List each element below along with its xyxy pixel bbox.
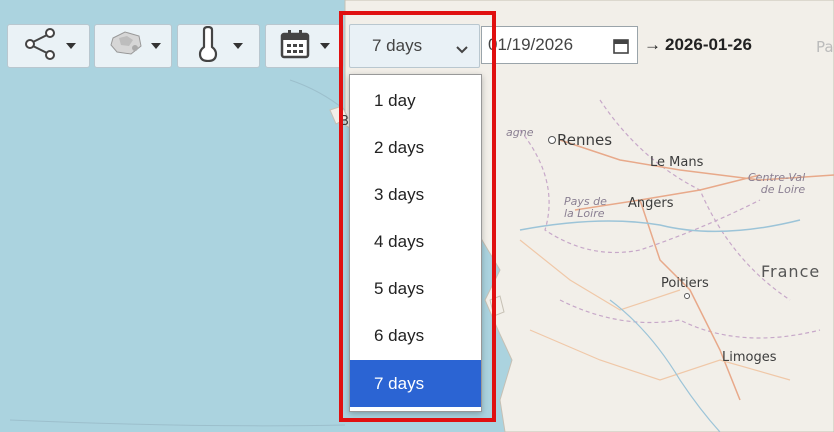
city-marker-rennes — [548, 136, 556, 144]
chevron-down-icon — [232, 43, 243, 49]
period-option-3-days[interactable]: 3 days — [350, 171, 481, 218]
map-label-angers: Angers — [628, 196, 674, 211]
map-label-france: France — [761, 262, 821, 281]
period-option-5-days[interactable]: 5 days — [350, 265, 481, 312]
region-line-2: de Loire — [760, 183, 806, 196]
calendar-icon[interactable] — [613, 38, 629, 59]
chevron-down-icon — [455, 40, 469, 60]
date-picker-button[interactable] — [265, 24, 344, 68]
map-label-le-mans: Le Mans — [650, 155, 704, 170]
chevron-down-icon — [151, 43, 161, 49]
map-label-partial: B — [340, 114, 349, 129]
variable-button[interactable] — [177, 24, 260, 68]
period-select[interactable]: 7 days — [349, 24, 480, 68]
city-marker-poitiers — [684, 293, 690, 299]
map-label-region-pays-de-la-loire: Pays de la Loire — [564, 196, 607, 220]
share-button[interactable] — [7, 24, 90, 68]
start-date-value: 01/19/2026 — [488, 35, 574, 54]
calendar-icon — [280, 29, 310, 64]
map-label-rennes: Rennes — [557, 131, 613, 149]
thermometer-icon — [195, 25, 221, 67]
map-label-paris-partial: Pari — [816, 38, 834, 56]
period-option-4-days[interactable]: 4 days — [350, 218, 481, 265]
end-date-value: 2026-01-26 — [665, 35, 752, 54]
period-option-6-days[interactable]: 6 days — [350, 312, 481, 359]
chevron-down-icon — [319, 43, 330, 49]
start-date-input[interactable]: 01/19/2026 — [481, 26, 638, 64]
end-date-display: → 2026-01-26 — [644, 35, 752, 55]
period-select-value: 7 days — [372, 36, 423, 55]
layers-icon — [105, 28, 147, 65]
share-icon — [22, 27, 62, 66]
map-label-limoges: Limoges — [722, 350, 777, 365]
chevron-down-icon — [65, 43, 76, 49]
period-option-1-day[interactable]: 1 day — [350, 77, 481, 124]
map-label-poitiers: Poitiers — [661, 276, 709, 291]
period-option-2-days[interactable]: 2 days — [350, 124, 481, 171]
map-label-bretagne-partial: agne — [506, 126, 534, 139]
layers-button[interactable] — [94, 24, 172, 68]
arrow-icon: → — [644, 35, 661, 54]
period-option-7-days[interactable]: 7 days — [350, 360, 481, 407]
region-line-2: la Loire — [564, 207, 605, 220]
map-label-region-centre-val-de-loire: Centre-Val de Loire — [748, 172, 805, 196]
period-dropdown-list: 1 day 2 days 3 days 4 days 5 days 6 days… — [349, 74, 482, 412]
